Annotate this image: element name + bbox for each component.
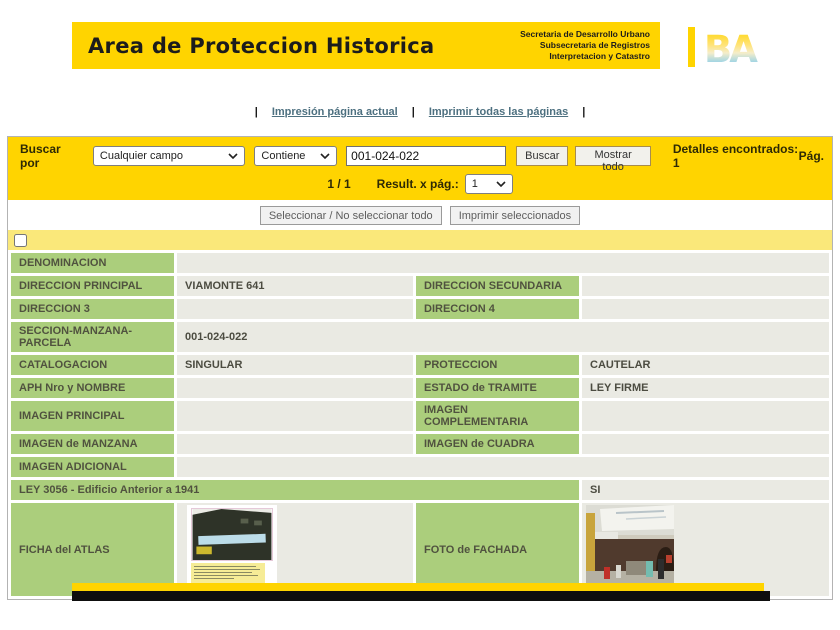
table-row: DIRECCION PRINCIPAL VIAMONTE 641 DIRECCI…	[11, 276, 829, 296]
direccion-secundaria-value	[582, 276, 829, 296]
table-row: IMAGEN de MANZANA IMAGEN de CUADRA	[11, 434, 829, 454]
denominacion-label: DENOMINACION	[11, 253, 174, 273]
footer-black-bar	[72, 591, 770, 601]
search-operator-select[interactable]: Contiene	[254, 146, 337, 166]
direccion-3-label: DIRECCION 3	[11, 299, 174, 319]
content-panel: Buscar por Cualquier campo Contiene Busc…	[7, 136, 833, 600]
print-current-page-link[interactable]: Impresión página actual	[272, 106, 398, 118]
ba-logo-letters: BA	[704, 27, 768, 71]
table-row: LEY 3056 - Edificio Anterior a 1941 SI	[11, 480, 829, 500]
org-line-1: Secretaria de Desarrollo Urbano	[520, 29, 650, 40]
search-field-select[interactable]: Cualquier campo	[93, 146, 246, 166]
org-line-2: Subsecretaria de Registros	[520, 40, 650, 51]
org-subtitle: Secretaria de Desarrollo Urbano Subsecre…	[520, 29, 650, 62]
page-title: Area de Proteccion Historica	[88, 34, 434, 58]
imagen-manzana-value	[177, 434, 413, 454]
actions-row: Seleccionar / No seleccionar todo Imprim…	[8, 200, 832, 230]
direccion-secundaria-label: DIRECCION SECUNDARIA	[416, 276, 579, 296]
separator: |	[255, 106, 258, 118]
table-row: SECCION-MANZANA-PARCELA 001-024-022	[11, 322, 829, 352]
results-per-page-selected-value: 1	[472, 178, 478, 190]
details-found-count: Detalles encontrados: 1	[673, 142, 799, 170]
aph-nro-nombre-value	[177, 378, 413, 398]
imagen-manzana-label: IMAGEN de MANZANA	[11, 434, 174, 454]
record-select-row	[8, 230, 832, 250]
page-indicator: 1 / 1	[327, 177, 350, 191]
results-per-page-select[interactable]: 1	[465, 174, 513, 194]
ba-logo-bar	[688, 27, 695, 67]
table-row: CATALOGACION SINGULAR PROTECCION CAUTELA…	[11, 355, 829, 375]
chevron-down-icon	[496, 181, 506, 187]
print-links-row: | Impresión página actual | Imprimir todas …	[0, 106, 840, 118]
catalogacion-value: SINGULAR	[177, 355, 413, 375]
select-all-toggle-button[interactable]: Seleccionar / No seleccionar todo	[260, 206, 442, 225]
seccion-manzana-parcela-value: 001-024-022	[177, 322, 829, 352]
separator: |	[582, 106, 585, 118]
ficha-atlas-thumbnail[interactable]	[187, 505, 277, 594]
catalogacion-label: CATALOGACION	[11, 355, 174, 375]
separator: |	[412, 106, 415, 118]
chevron-down-icon	[320, 153, 330, 159]
buscar-button[interactable]: Buscar	[516, 146, 568, 166]
imagen-complementaria-label: IMAGEN COMPLEMENTARIA	[416, 401, 579, 431]
table-row: IMAGEN PRINCIPAL IMAGEN COMPLEMENTARIA	[11, 401, 829, 431]
estado-tramite-label: ESTADO de TRAMITE	[416, 378, 579, 398]
table-row: DIRECCION 3 DIRECCION 4	[11, 299, 829, 319]
mostrar-todo-button[interactable]: Mostrar todo	[575, 146, 650, 166]
ley-3056-label: LEY 3056 - Edificio Anterior a 1941	[11, 480, 579, 500]
direccion-4-value	[582, 299, 829, 319]
results-per-page-label: Result. x pág.:	[377, 177, 459, 191]
imagen-principal-value	[177, 401, 413, 431]
proteccion-value: CAUTELAR	[582, 355, 829, 375]
record-table: DENOMINACION DIRECCION PRINCIPAL VIAMONT…	[8, 250, 832, 599]
table-row: APH Nro y NOMBRE ESTADO de TRAMITE LEY F…	[11, 378, 829, 398]
org-line-3: Interpretacion y Catastro	[520, 51, 650, 62]
search-query-input[interactable]	[346, 146, 506, 166]
pag-label: Pág.	[799, 149, 824, 163]
imagen-cuadra-value	[582, 434, 829, 454]
direccion-3-value	[177, 299, 413, 319]
print-all-pages-link[interactable]: Imprimir todas las páginas	[429, 106, 568, 118]
aph-nro-nombre-label: APH Nro y NOMBRE	[11, 378, 174, 398]
imagen-principal-label: IMAGEN PRINCIPAL	[11, 401, 174, 431]
imagen-adicional-label: IMAGEN ADICIONAL	[11, 457, 174, 477]
direccion-4-label: DIRECCION 4	[416, 299, 579, 319]
imagen-cuadra-label: IMAGEN de CUADRA	[416, 434, 579, 454]
ficha-building-photo	[191, 508, 273, 561]
imagen-complementaria-value	[582, 401, 829, 431]
footer-yellow-bar	[72, 583, 764, 591]
svg-text:BA: BA	[704, 28, 758, 71]
table-row: IMAGEN ADICIONAL	[11, 457, 829, 477]
ba-logo: BA	[688, 27, 768, 71]
print-selected-button[interactable]: Imprimir seleccionados	[450, 206, 580, 225]
seccion-manzana-parcela-label: SECCION-MANZANA-PARCELA	[11, 322, 174, 352]
imagen-adicional-value	[177, 457, 829, 477]
search-operator-selected-value: Contiene	[261, 150, 305, 162]
direccion-principal-label: DIRECCION PRINCIPAL	[11, 276, 174, 296]
search-panel: Buscar por Cualquier campo Contiene Busc…	[8, 137, 832, 200]
proteccion-label: PROTECCION	[416, 355, 579, 375]
estado-tramite-value: LEY FIRME	[582, 378, 829, 398]
chevron-down-icon	[228, 153, 238, 159]
ley-3056-value: SI	[582, 480, 829, 500]
fachada-photo-thumbnail[interactable]	[586, 505, 674, 593]
select-record-checkbox[interactable]	[14, 234, 27, 247]
app-header: Area de Proteccion Historica Secretaria …	[72, 22, 660, 69]
search-field-selected-value: Cualquier campo	[100, 150, 183, 162]
direccion-principal-value: VIAMONTE 641	[177, 276, 413, 296]
table-row: DENOMINACION	[11, 253, 829, 273]
search-by-label: Buscar por	[20, 142, 79, 170]
denominacion-value	[177, 253, 829, 273]
